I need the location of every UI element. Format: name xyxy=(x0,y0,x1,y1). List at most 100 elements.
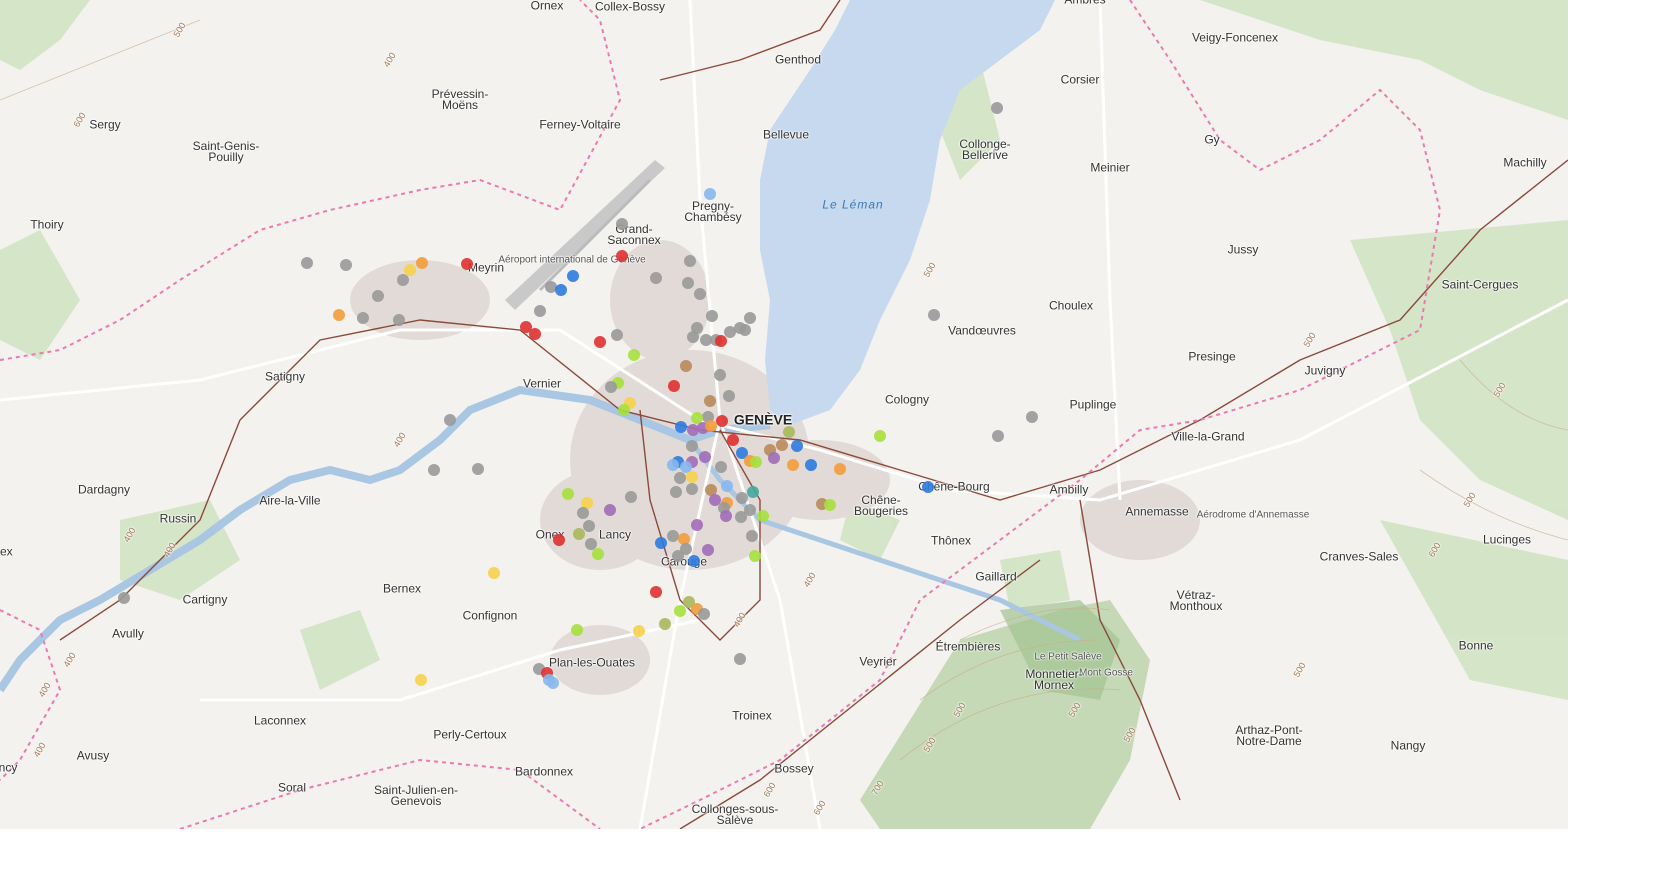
location-marker[interactable] xyxy=(571,624,583,636)
location-marker[interactable] xyxy=(736,492,748,504)
location-marker[interactable] xyxy=(721,480,733,492)
location-marker[interactable] xyxy=(616,218,628,230)
location-marker[interactable] xyxy=(393,314,405,326)
location-marker[interactable] xyxy=(333,309,345,321)
location-marker[interactable] xyxy=(567,270,579,282)
location-marker[interactable] xyxy=(633,625,645,637)
location-marker[interactable] xyxy=(605,381,617,393)
location-marker[interactable] xyxy=(573,528,585,540)
location-marker[interactable] xyxy=(727,434,739,446)
location-marker[interactable] xyxy=(583,520,595,532)
location-marker[interactable] xyxy=(706,310,718,322)
location-marker[interactable] xyxy=(744,504,756,516)
location-marker[interactable] xyxy=(698,608,710,620)
location-marker[interactable] xyxy=(776,439,788,451)
location-marker[interactable] xyxy=(928,309,940,321)
location-marker[interactable] xyxy=(702,544,714,556)
location-marker[interactable] xyxy=(472,463,484,475)
location-marker[interactable] xyxy=(667,459,679,471)
location-marker[interactable] xyxy=(805,459,817,471)
location-marker[interactable] xyxy=(415,674,427,686)
location-marker[interactable] xyxy=(397,274,409,286)
location-marker[interactable] xyxy=(529,328,541,340)
location-marker[interactable] xyxy=(674,472,686,484)
location-marker[interactable] xyxy=(714,369,726,381)
location-marker[interactable] xyxy=(723,390,735,402)
location-marker[interactable] xyxy=(768,452,780,464)
location-marker[interactable] xyxy=(699,451,711,463)
location-marker[interactable] xyxy=(592,548,604,560)
location-marker[interactable] xyxy=(686,471,698,483)
location-marker[interactable] xyxy=(791,440,803,452)
location-marker[interactable] xyxy=(655,537,667,549)
location-marker[interactable] xyxy=(628,349,640,361)
location-marker[interactable] xyxy=(547,677,559,689)
location-marker[interactable] xyxy=(747,486,759,498)
location-marker[interactable] xyxy=(416,257,428,269)
location-marker[interactable] xyxy=(488,567,500,579)
map-canvas[interactable]: Ornex Collex-Bossy Ambres Veigy-Foncenex Ser… xyxy=(0,0,1568,829)
location-marker[interactable] xyxy=(444,414,456,426)
location-marker[interactable] xyxy=(650,586,662,598)
location-marker[interactable] xyxy=(659,618,671,630)
location-marker[interactable] xyxy=(553,534,565,546)
location-marker[interactable] xyxy=(555,284,567,296)
location-marker[interactable] xyxy=(684,255,696,267)
location-marker[interactable] xyxy=(1026,411,1038,423)
location-marker[interactable] xyxy=(301,257,313,269)
location-marker[interactable] xyxy=(594,336,606,348)
location-marker[interactable] xyxy=(691,519,703,531)
location-marker[interactable] xyxy=(991,102,1003,114)
location-marker[interactable] xyxy=(746,530,758,542)
location-marker[interactable] xyxy=(680,543,692,555)
location-marker[interactable] xyxy=(534,305,546,317)
location-marker[interactable] xyxy=(716,415,728,427)
location-marker[interactable] xyxy=(750,456,762,468)
location-marker[interactable] xyxy=(739,324,751,336)
location-marker[interactable] xyxy=(682,277,694,289)
location-marker[interactable] xyxy=(715,335,727,347)
location-marker[interactable] xyxy=(783,426,795,438)
location-marker[interactable] xyxy=(922,481,934,493)
location-marker[interactable] xyxy=(787,459,799,471)
place-label: Chêne-Bougeries xyxy=(853,493,909,518)
location-marker[interactable] xyxy=(650,272,662,284)
location-marker[interactable] xyxy=(461,258,473,270)
location-marker[interactable] xyxy=(694,288,706,300)
location-marker[interactable] xyxy=(824,499,836,511)
location-marker[interactable] xyxy=(744,312,756,324)
location-marker[interactable] xyxy=(611,329,623,341)
location-marker[interactable] xyxy=(687,331,699,343)
location-marker[interactable] xyxy=(428,464,440,476)
location-marker[interactable] xyxy=(118,592,130,604)
location-marker[interactable] xyxy=(992,430,1004,442)
location-marker[interactable] xyxy=(686,483,698,495)
location-marker[interactable] xyxy=(704,188,716,200)
place-label: Jussy xyxy=(1227,242,1259,257)
location-marker[interactable] xyxy=(715,461,727,473)
location-marker[interactable] xyxy=(372,290,384,302)
location-marker[interactable] xyxy=(874,430,886,442)
location-marker[interactable] xyxy=(625,491,637,503)
location-marker[interactable] xyxy=(705,420,717,432)
location-marker[interactable] xyxy=(618,404,630,416)
location-marker[interactable] xyxy=(604,504,616,516)
location-marker[interactable] xyxy=(670,486,682,498)
location-marker[interactable] xyxy=(749,550,761,562)
location-marker[interactable] xyxy=(668,380,680,392)
location-marker[interactable] xyxy=(686,440,698,452)
location-marker[interactable] xyxy=(680,360,692,372)
location-marker[interactable] xyxy=(616,250,628,262)
location-marker[interactable] xyxy=(674,605,686,617)
location-marker[interactable] xyxy=(720,510,732,522)
location-marker[interactable] xyxy=(340,259,352,271)
location-marker[interactable] xyxy=(357,312,369,324)
location-marker[interactable] xyxy=(562,488,574,500)
location-marker[interactable] xyxy=(834,463,846,475)
location-marker[interactable] xyxy=(577,507,589,519)
location-marker[interactable] xyxy=(704,395,716,407)
location-marker[interactable] xyxy=(675,421,687,433)
location-marker[interactable] xyxy=(688,555,700,567)
location-marker[interactable] xyxy=(734,653,746,665)
location-marker[interactable] xyxy=(757,510,769,522)
